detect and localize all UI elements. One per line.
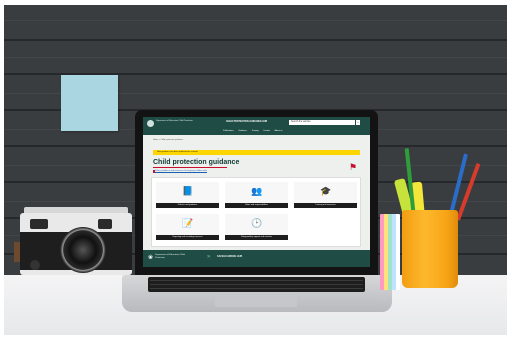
card-label: Roles and responsibilities bbox=[225, 203, 288, 208]
desk-scene: Department of Education Child Protection… bbox=[0, 0, 511, 340]
org-logo-icon: ❀ bbox=[148, 255, 154, 261]
main-nav: Publications Guidance Training Contact A… bbox=[223, 130, 286, 132]
page-title: Child protection guidance bbox=[153, 159, 240, 166]
search-button[interactable]: ⌕ bbox=[355, 120, 360, 125]
header-title: CHILD PROTECTION GUIDANCE HUB bbox=[226, 121, 268, 123]
graduation-cap-icon: 🎓 bbox=[320, 186, 332, 196]
card-label: Training and resources bbox=[294, 203, 357, 208]
sticky-note-pad-stack bbox=[380, 214, 400, 290]
nav-item[interactable]: Contact bbox=[263, 130, 270, 132]
wood-grain bbox=[4, 57, 507, 58]
org-name[interactable]: Department of Education Child Protection bbox=[156, 120, 196, 123]
people-icon: 👥 bbox=[251, 186, 263, 196]
breadcrumb[interactable]: Home > Child protection guidance bbox=[153, 139, 183, 141]
card-label: Reporting and recording concerns bbox=[156, 235, 219, 240]
laptop-keyboard bbox=[148, 277, 365, 292]
card-policies[interactable]: 📘 Policies and guidance bbox=[156, 182, 219, 208]
plank-seam bbox=[4, 39, 507, 41]
card-training[interactable]: 🎓 Training and resources bbox=[294, 182, 357, 208]
key-row bbox=[150, 284, 363, 285]
camera-lens bbox=[60, 227, 106, 273]
nav-item[interactable]: About us bbox=[275, 130, 283, 132]
search-input[interactable]: Search the website bbox=[289, 120, 355, 125]
subtitle-link[interactable]: Policy, guidance and resources for keepi… bbox=[155, 170, 207, 172]
footer-org-name[interactable]: Department of Education Child Protection bbox=[155, 254, 195, 260]
card-support[interactable]: 🕑 Safeguarding support and contacts bbox=[225, 214, 288, 240]
nav-item[interactable]: Guidance bbox=[238, 130, 247, 132]
memo-icon: 📝 bbox=[182, 218, 194, 228]
pencil-cup bbox=[402, 210, 458, 288]
card-reporting[interactable]: 📝 Reporting and recording concerns bbox=[156, 214, 219, 240]
nav-item[interactable]: Publications bbox=[223, 130, 234, 132]
key-row bbox=[150, 280, 363, 281]
site-footer: ❀ Department of Education Child Protecti… bbox=[143, 250, 370, 267]
card-grid: 📘 Policies and guidance 👥 Roles and resp… bbox=[151, 177, 361, 247]
title-underline bbox=[153, 167, 227, 168]
card-roles[interactable]: 👥 Roles and responsibilities bbox=[225, 182, 288, 208]
laptop-trackpad bbox=[215, 294, 297, 307]
card-label: Safeguarding support and contacts bbox=[225, 235, 288, 240]
flag-badge-icon: ⚑ bbox=[346, 160, 360, 174]
footer-hub-name[interactable]: SAFEGUARDING HUB bbox=[217, 255, 242, 258]
alert-banner: New guidance has been published for scho… bbox=[153, 150, 360, 155]
camera-knob bbox=[30, 260, 40, 270]
camera-viewfinder bbox=[30, 219, 48, 229]
sticky-note bbox=[61, 75, 118, 131]
card-label: Policies and guidance bbox=[156, 203, 219, 208]
clock-icon: 🕑 bbox=[251, 218, 263, 228]
laptop-screen: Department of Education Child Protection… bbox=[143, 117, 370, 267]
site-header: Department of Education Child Protection… bbox=[143, 117, 370, 135]
org-logo-icon[interactable] bbox=[147, 120, 154, 127]
book-icon: 📘 bbox=[182, 186, 194, 196]
wood-grain bbox=[4, 20, 507, 21]
camera-rangefinder-window bbox=[98, 219, 112, 229]
arrows-icon: » bbox=[207, 254, 211, 260]
key-row bbox=[150, 288, 363, 289]
nav-item[interactable]: Training bbox=[251, 130, 258, 132]
